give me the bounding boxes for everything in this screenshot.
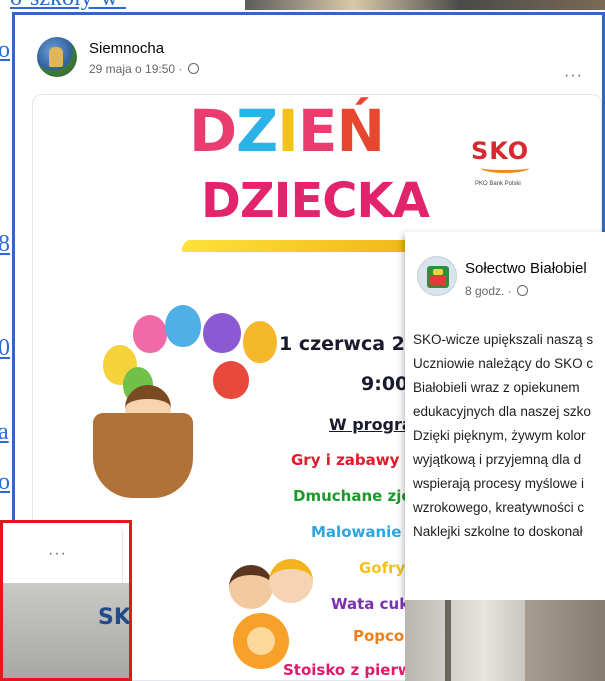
sko-logo: SKO PKO Bank Polski [471, 137, 541, 197]
post-body-line: wzrokowego, kreatywności c [413, 500, 585, 515]
post-body-line: edukacyjnych dla naszej szko [413, 404, 591, 419]
sko-logo-subtext: PKO Bank Polski [475, 181, 521, 187]
background-link-top[interactable]: o-szkoly-w- [10, 0, 126, 10]
poster-title-letter: D [189, 97, 237, 165]
red-card-photo[interactable]: SK [3, 583, 131, 678]
post-body-line: Dzięki pięknym, żywym kolor [413, 428, 586, 443]
red-card-photo-text: SK [98, 605, 131, 630]
globe-icon [187, 63, 199, 74]
poster-title-dziecka: DZIECKA [201, 173, 430, 229]
post-body-line: Naklejki szkolne to doskonał [413, 524, 583, 539]
background-link-fragment[interactable]: a [0, 420, 9, 444]
background-link-fragment[interactable]: o [0, 470, 10, 494]
poster-program-item: Wata cuk [331, 595, 410, 613]
globe-icon [517, 285, 529, 296]
overlay-post-timestamp-text: 8 godz. · [465, 284, 512, 298]
poster-title-dzien: DZIEŃ [189, 97, 385, 165]
poster-program-item: Malowanie t [311, 523, 414, 541]
overlay-post-timestamp[interactable]: 8 godz. · [465, 284, 529, 298]
poster-title-letter: E [297, 97, 338, 165]
children-faces-illustration [209, 555, 324, 680]
author-avatar[interactable] [37, 37, 77, 77]
poster-program-item: Popcor [353, 627, 412, 645]
poster-yellow-stripe [180, 240, 416, 252]
post-author-name[interactable]: Siemnocha [89, 40, 164, 57]
overlay-post-card[interactable]: Sołectwo Białobiel 8 godz. · SKO-wicze u… [405, 232, 605, 600]
red-highlighted-card: ··· SK [0, 520, 132, 681]
post-body-line: Białobieli wraz z opiekunem [413, 380, 580, 395]
overlay-post-body: SKO-wicze upiększali naszą s Uczniowie n… [413, 328, 605, 544]
poster-title-letter: Z [236, 97, 278, 165]
poster-program-item: Gofry [359, 559, 406, 577]
solectwo-avatar[interactable] [417, 256, 457, 296]
background-link-fragment[interactable]: 0 [0, 336, 10, 360]
background-link-fragment[interactable]: 8 [0, 232, 10, 256]
post-body-line: wyjątkową i przyjemną dla d [413, 452, 582, 467]
poster-title-letter: I [277, 97, 299, 165]
post-timestamp-text: 29 maja o 19:50 · [89, 62, 183, 76]
post-timestamp[interactable]: 29 maja o 19:50 · [89, 62, 199, 76]
background-photo-strip [245, 0, 605, 10]
sko-logo-text: SKO [471, 137, 530, 165]
more-options-icon[interactable]: ··· [48, 545, 67, 563]
overlay-post-author[interactable]: Sołectwo Białobiel [465, 260, 587, 277]
balloon-basket-illustration [93, 413, 193, 498]
coat-of-arms-icon [427, 266, 449, 288]
post-body-line: SKO-wicze upiększali naszą s [413, 332, 594, 347]
post-body-line: wspierają procesy myślowe i [413, 476, 585, 491]
overlay-post-photo[interactable] [405, 600, 605, 681]
poster-title-letter: Ń [336, 97, 385, 165]
background-link-fragment[interactable]: o [0, 38, 10, 62]
sko-logo-arc [481, 163, 529, 173]
post-body-line: Uczniowie należący do SKO c [413, 356, 594, 371]
poster-program-item: Dmuchane zje [293, 487, 412, 505]
post-header: Siemnocha 29 maja o 19:50 · ··· [37, 37, 597, 87]
poster-program-item: Gry i zabawy s [291, 451, 414, 469]
more-options-icon[interactable]: ··· [564, 67, 583, 85]
